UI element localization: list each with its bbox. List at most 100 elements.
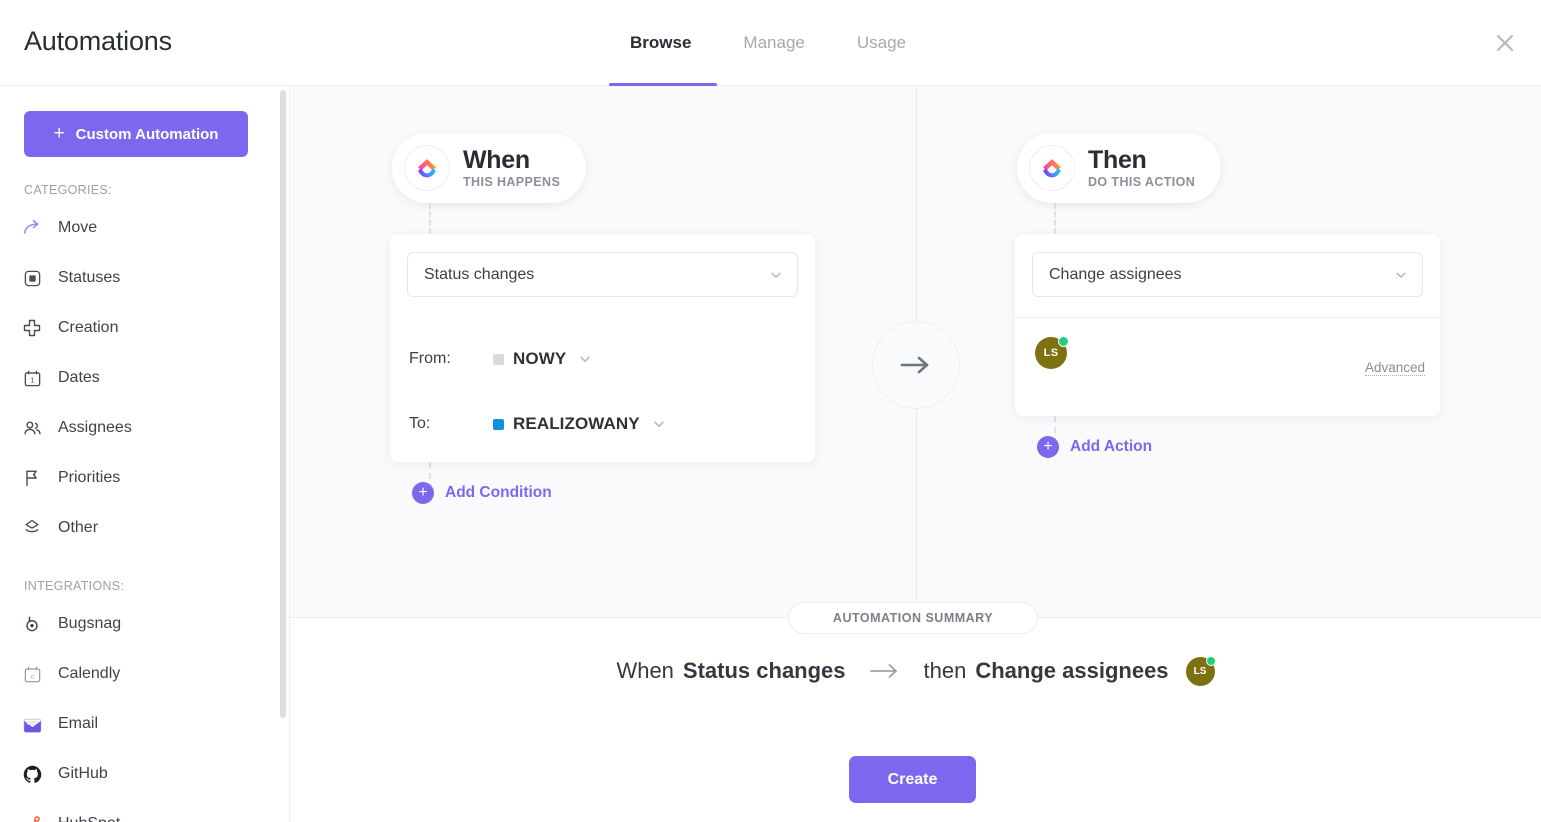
tab-manage-label: Manage: [743, 33, 805, 52]
add-action-button[interactable]: + Add Action: [1037, 436, 1152, 458]
tab-browse[interactable]: Browse: [609, 0, 718, 86]
sidebar-item-hubspot[interactable]: HubSpot: [0, 799, 289, 822]
svg-text:1: 1: [30, 376, 34, 384]
sidebar-item-creation[interactable]: Creation: [0, 303, 289, 353]
to-status-row: To: REALIZOWANY: [409, 412, 666, 436]
sidebar-item-email[interactable]: Email: [0, 699, 289, 749]
page-title: Automations: [24, 26, 172, 56]
tab-usage[interactable]: Usage: [831, 0, 932, 86]
flag-icon: [20, 466, 44, 490]
connector-when-top: [429, 203, 431, 234]
when-subtitle: THIS HAPPENS: [463, 175, 561, 190]
then-subtitle: DO THIS ACTION: [1088, 175, 1196, 190]
advanced-link[interactable]: Advanced: [1364, 360, 1425, 376]
sidebar-item-label: GitHub: [58, 765, 108, 782]
sidebar-item-label: Assignees: [58, 419, 132, 436]
from-status-dropdown[interactable]: NOWY: [493, 349, 592, 369]
plus-circle-icon: +: [1037, 436, 1059, 458]
sidebar-item-label: Calendly: [58, 665, 121, 682]
plus-circle-icon: +: [412, 482, 434, 504]
sidebar-item-label: HubSpot: [58, 815, 120, 822]
layers-icon: [20, 516, 44, 540]
tab-bar: Browse Manage Usage: [609, 0, 932, 86]
sidebar-item-statuses[interactable]: Statuses: [0, 253, 289, 303]
calendly-icon: c: [20, 662, 44, 686]
automation-builder-canvas: When THIS HAPPENS Status changes From: N: [290, 86, 1541, 822]
tab-manage[interactable]: Manage: [717, 0, 830, 86]
action-card: Change assignees LS Advanced: [1015, 234, 1440, 416]
automation-summary-badge: AUTOMATION SUMMARY: [788, 602, 1038, 634]
presence-indicator: [1205, 655, 1216, 666]
integrations-list: Bugsnag c Calendly Email GitHub: [0, 599, 289, 822]
plus-cross-icon: [20, 316, 44, 340]
custom-automation-label: Custom Automation: [75, 125, 219, 143]
close-icon[interactable]: [1487, 25, 1523, 61]
categories-list: Move Statuses Creation 1 Dates Assignees…: [0, 203, 289, 553]
sidebar-item-bugsnag[interactable]: Bugsnag: [0, 599, 289, 649]
modal-body: + Custom Automation CATEGORIES: Move Sta…: [0, 86, 1541, 822]
move-arrow-icon: [20, 216, 44, 240]
chevron-down-icon: [652, 417, 666, 431]
summary-trigger-name: Status changes: [682, 658, 846, 683]
sidebar-item-label: Email: [58, 715, 99, 732]
sidebar-item-github[interactable]: GitHub: [0, 749, 289, 799]
automations-modal: Automations Browse Manage Usage + Custom…: [0, 0, 1541, 822]
sidebar-item-other[interactable]: Other: [0, 503, 289, 553]
people-icon: [20, 416, 44, 440]
clickup-logo-icon: [404, 145, 450, 191]
when-header-text: When THIS HAPPENS: [463, 145, 561, 190]
sidebar: + Custom Automation CATEGORIES: Move Sta…: [0, 86, 290, 822]
summary-action-name: Change assignees: [975, 658, 1169, 683]
arrow-right-icon: [868, 662, 902, 680]
then-header-text: Then DO THIS ACTION: [1088, 145, 1196, 190]
from-label: From:: [409, 350, 451, 367]
then-title: Then: [1088, 145, 1147, 174]
github-icon: [20, 762, 44, 786]
bugsnag-icon: [20, 612, 44, 636]
action-select[interactable]: Change assignees: [1032, 252, 1423, 297]
sidebar-item-calendly[interactable]: c Calendly: [0, 649, 289, 699]
avatar-initials: LS: [1043, 347, 1059, 359]
hubspot-icon: [20, 812, 44, 822]
summary-when-word: When: [616, 658, 674, 683]
add-condition-label: Add Condition: [445, 484, 552, 501]
chevron-down-icon: [578, 352, 592, 366]
when-title: When: [463, 145, 530, 174]
sidebar-item-label: Other: [58, 519, 99, 536]
clickup-logo-icon: [1029, 145, 1075, 191]
sidebar-item-priorities[interactable]: Priorities: [0, 453, 289, 503]
create-button[interactable]: Create: [849, 756, 976, 803]
categories-heading: CATEGORIES:: [24, 183, 112, 197]
summary-then-word: then: [923, 658, 967, 683]
tab-usage-label: Usage: [856, 33, 906, 52]
from-status-value: NOWY: [513, 349, 567, 368]
from-status-color-swatch: [493, 353, 504, 365]
action-select-value: Change assignees: [1049, 265, 1182, 283]
tab-browse-label: Browse: [630, 33, 692, 52]
action-card-divider: [1015, 317, 1440, 318]
sidebar-item-label: Statuses: [58, 269, 121, 286]
to-status-color-swatch: [493, 418, 504, 430]
sidebar-item-assignees[interactable]: Assignees: [0, 403, 289, 453]
modal-header: Automations Browse Manage Usage: [0, 0, 1541, 86]
svg-text:c: c: [30, 673, 33, 680]
sidebar-item-dates[interactable]: 1 Dates: [0, 353, 289, 403]
sidebar-item-move[interactable]: Move: [0, 203, 289, 253]
sidebar-item-label: Dates: [58, 369, 100, 386]
trigger-select[interactable]: Status changes: [407, 252, 798, 297]
plus-icon: +: [53, 122, 65, 144]
chevron-down-icon: [1394, 268, 1408, 282]
sidebar-scrollbar[interactable]: [280, 90, 286, 718]
add-action-label: Add Action: [1070, 438, 1153, 455]
from-status-row: From: NOWY: [409, 347, 592, 371]
to-status-dropdown[interactable]: REALIZOWANY: [493, 414, 666, 434]
summary-avatar: LS: [1185, 655, 1216, 686]
trigger-card: Status changes From: NOWY To: REALIZOWAN…: [390, 234, 815, 462]
avatar[interactable]: LS: [1035, 336, 1069, 369]
to-label: To:: [409, 415, 431, 432]
custom-automation-button[interactable]: + Custom Automation: [24, 111, 248, 157]
summary-avatar-initials: LS: [1193, 665, 1207, 677]
sidebar-item-label: Creation: [58, 319, 119, 336]
add-condition-button[interactable]: + Add Condition: [412, 482, 552, 504]
automation-summary-text: When Status changes then Change assignee…: [290, 651, 1541, 691]
